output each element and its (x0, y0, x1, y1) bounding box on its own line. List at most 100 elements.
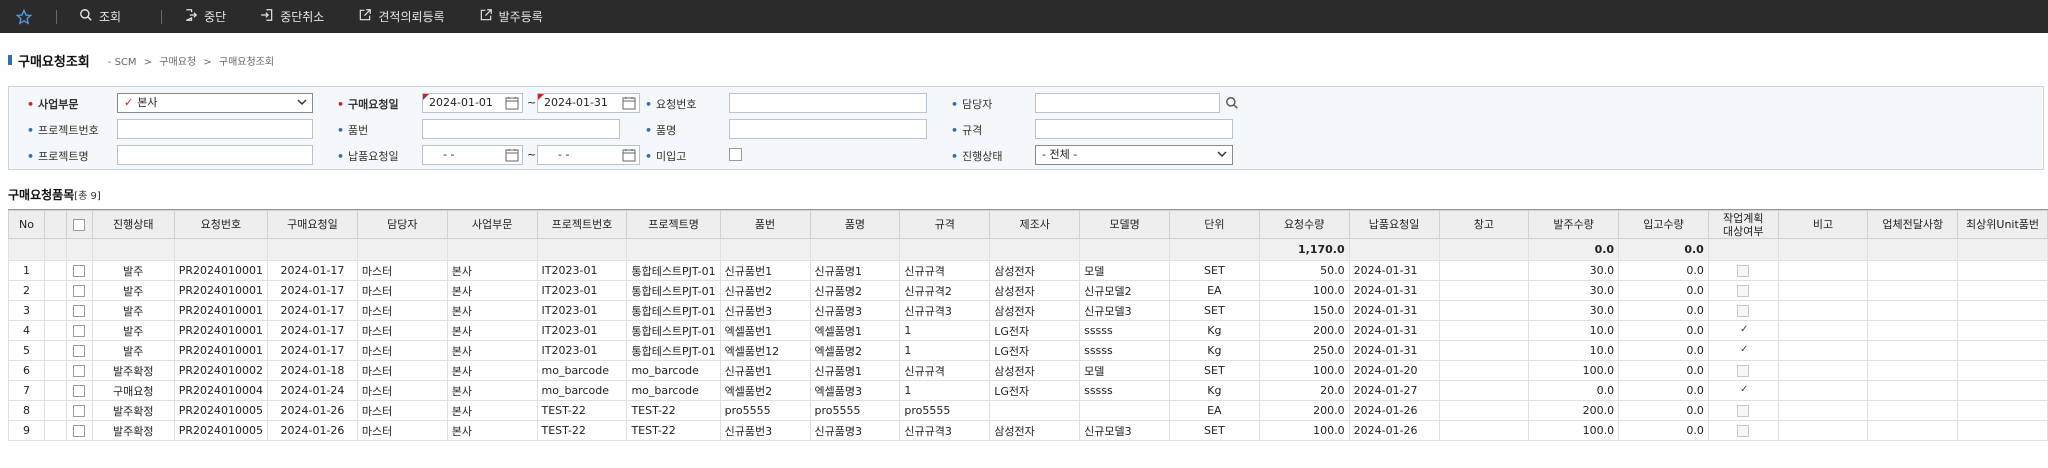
column-header[interactable]: 단위 (1168, 210, 1260, 239)
cell-spec: 신규규격3 (899, 300, 991, 321)
favorite-star-icon[interactable] (0, 0, 48, 33)
column-header[interactable]: No (8, 210, 45, 239)
table-row[interactable]: 9 발주확정 PR2024010005 2024-01-26 마스터 본사 TEST-22 T… (8, 420, 2048, 441)
empty-cell (43, 260, 67, 281)
column-header[interactable]: 업체전달사항 (1867, 210, 1959, 239)
column-header[interactable]: 규격 (899, 210, 991, 239)
request-date-to[interactable]: 2024-01-31 (537, 93, 640, 113)
row-select-cell (65, 340, 93, 361)
row-checkbox[interactable] (73, 325, 86, 337)
manager-search-icon[interactable] (1222, 93, 1242, 113)
cell-model: sssss (1079, 380, 1170, 401)
column-header[interactable]: 창고 (1438, 210, 1530, 239)
row-checkbox[interactable] (73, 385, 86, 397)
row-checkbox[interactable] (73, 365, 86, 377)
column-header[interactable]: 최상위Unit품번 (1957, 210, 2048, 239)
delivery-date-to[interactable]: - - (537, 145, 640, 165)
column-header[interactable] (65, 210, 93, 239)
column-header[interactable]: 프로젝트명 (626, 210, 721, 239)
cell-status: 발주확정 (91, 400, 175, 421)
project-name-input[interactable] (117, 145, 313, 165)
summary-cell (1079, 238, 1170, 261)
search-panel: • 사업부문 ✓ 본사 • 구매요청일 2024-01-01 ~ 2024-01-31… (8, 86, 2044, 170)
calendar-icon[interactable] (505, 148, 519, 168)
column-header[interactable]: 입고수량 (1618, 210, 1709, 239)
work-plan-cell (1707, 280, 1779, 301)
row-select-cell (65, 300, 93, 321)
table-row[interactable]: 5 발주 PR2024010001 2024-01-17 마스터 본사 IT2023-01 통… (8, 340, 2048, 361)
cell-req-date: 2024-01-17 (266, 260, 358, 281)
column-header[interactable]: 구매요청일 (266, 210, 358, 239)
manager-input[interactable] (1035, 93, 1220, 113)
column-header[interactable]: 품명 (809, 210, 901, 239)
delivery-date-from[interactable]: - - (422, 145, 523, 165)
table-row[interactable]: 7 구매요청 PR2024010004 2024-01-24 마스터 본사 mo_barco… (8, 380, 2048, 401)
row-checkbox[interactable] (73, 305, 86, 317)
request-date-from[interactable]: 2024-01-01 (422, 93, 523, 113)
cell-maker (989, 400, 1081, 421)
status-select[interactable]: - 전체 - (1035, 145, 1233, 165)
column-header[interactable]: 비고 (1777, 210, 1869, 239)
column-header[interactable]: 품번 (719, 210, 811, 239)
row-checkbox[interactable] (73, 265, 86, 277)
cell-unit: EA (1168, 400, 1260, 421)
business-label: • 사업부문 (27, 98, 79, 111)
column-header[interactable]: 프로젝트번호 (536, 210, 628, 239)
part-name-input[interactable] (729, 119, 927, 139)
cell-manager: 마스터 (356, 320, 448, 341)
part-no-input[interactable] (422, 119, 620, 139)
cell-biz: 본사 (446, 360, 538, 381)
column-header[interactable]: 모델명 (1079, 210, 1170, 239)
date-range-tilde: ~ (527, 96, 537, 109)
cell-proj-no: IT2023-01 (536, 280, 628, 301)
table-row[interactable]: 2 발주 PR2024010001 2024-01-17 마스터 본사 IT2023-01 통… (8, 280, 2048, 301)
cell-warehouse (1438, 320, 1530, 341)
not-received-checkbox[interactable] (729, 148, 742, 161)
stop-button[interactable]: 중단 (176, 0, 234, 33)
cell-maker: LG전자 (989, 380, 1081, 401)
cell-proj-name: 통합테스트PJT-01 (626, 320, 721, 341)
search-button[interactable]: 조회 (71, 0, 129, 33)
column-header[interactable]: 제조사 (989, 210, 1081, 239)
column-header[interactable]: 요청번호 (173, 210, 268, 239)
cell-model: 모델 (1079, 260, 1170, 281)
calendar-icon[interactable] (622, 148, 636, 168)
business-select[interactable]: ✓ 본사 (117, 93, 313, 113)
cell-req-qty: 100.0 (1258, 420, 1350, 441)
row-checkbox[interactable] (73, 405, 86, 417)
column-header[interactable]: 작업계획 대상여부 (1707, 210, 1779, 239)
table-row[interactable]: 3 발주 PR2024010001 2024-01-17 마스터 본사 IT2023-01 통… (8, 300, 2048, 321)
cell-deliv-date: 2024-01-31 (1348, 300, 1440, 321)
table-row[interactable]: 1 발주 PR2024010001 2024-01-17 마스터 본사 IT2023-01 통… (8, 260, 2048, 281)
empty-cell (1777, 360, 1869, 381)
column-header[interactable]: 진행상태 (91, 210, 175, 239)
calendar-icon[interactable] (622, 96, 636, 116)
breadcrumb-item: 구매요청조회 (218, 56, 275, 68)
select-all-checkbox[interactable] (73, 219, 86, 231)
cell-status: 발주 (91, 320, 175, 341)
grid-title: 구매요청품목[총 9] (8, 186, 101, 203)
column-header[interactable]: 담당자 (356, 210, 448, 239)
request-no-input[interactable] (729, 93, 927, 113)
column-header[interactable]: 발주수량 (1528, 210, 1620, 239)
calendar-icon[interactable] (505, 96, 519, 116)
table-row[interactable]: 8 발주확정 PR2024010005 2024-01-26 마스터 본사 TEST-22 T… (8, 400, 2048, 421)
table-row[interactable]: 4 발주 PR2024010001 2024-01-17 마스터 본사 IT2023-01 통… (8, 320, 2048, 341)
column-header[interactable]: 사업부문 (446, 210, 538, 239)
column-header[interactable]: 납품요청일 (1348, 210, 1440, 239)
stop-cancel-button[interactable]: 중단취소 (252, 0, 332, 33)
row-checkbox[interactable] (73, 425, 86, 437)
cell-model (1079, 400, 1170, 421)
cell-spec: pro5555 (899, 400, 991, 421)
project-no-input[interactable] (117, 119, 313, 139)
row-checkbox[interactable] (73, 345, 86, 357)
quote-request-button[interactable]: 견적의뢰등록 (350, 0, 452, 33)
column-header[interactable]: 요청수량 (1258, 210, 1350, 239)
cell-part-name: 신규품명3 (809, 300, 901, 321)
table-row[interactable]: 6 발주확정 PR2024010002 2024-01-18 마스터 본사 mo_barco… (8, 360, 2048, 381)
empty-cell (1957, 320, 2048, 341)
spec-input[interactable] (1035, 119, 1233, 139)
row-checkbox[interactable] (73, 285, 86, 297)
order-register-button[interactable]: 발주등록 (471, 0, 551, 33)
column-header[interactable] (43, 210, 67, 239)
